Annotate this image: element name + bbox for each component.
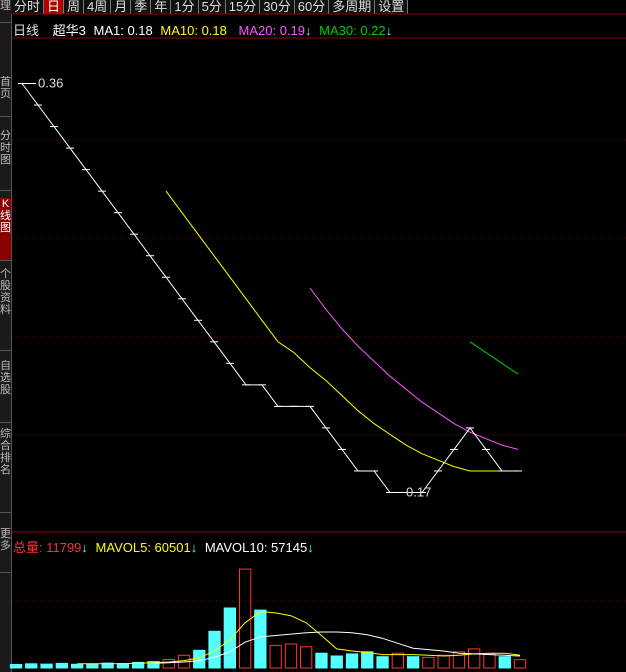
ma1-line [21,83,518,493]
volume-bar [86,663,99,669]
volume-bar [254,609,267,669]
volume-bar [498,656,511,669]
volume-total-wrap: 总量: 11799↓ [13,540,88,555]
ma20-line [309,287,519,450]
volume-bar [116,663,130,669]
volume-total: 总量: 11799 [13,540,82,555]
ma10-text: MA10: 0.18 [160,23,227,38]
volume-bar [162,659,175,669]
volume-bar [361,651,374,669]
mavol5-line [77,610,521,665]
ma30-value: MA30: 0.22↓ [319,23,392,38]
volume-bar [239,568,252,669]
kline-chart: 0.36 0.17 [9,13,626,669]
volume-bar [422,656,435,669]
stock-name: 超华3 [52,23,86,38]
ma1-value: MA1: 0.18 [93,23,153,38]
volume-bar [9,664,23,669]
vol-down-arrow-icon: ↓ [81,540,88,555]
mavol10-value: MAVOL10: 57145 [204,540,308,555]
volume-bar [513,659,527,669]
volume-bar [284,643,298,669]
ma30-text: MA30: 0.22 [319,23,386,38]
volume-bar [452,651,466,669]
volume-bar [330,655,343,669]
volume-bar [345,653,359,669]
volume-bar [483,653,496,669]
ma20-down-arrow-icon: ↓ [305,23,312,38]
volume-bar [193,649,206,669]
ma30-down-arrow-icon: ↓ [385,23,393,38]
mavol10-down-arrow-icon: ↓ [307,540,314,555]
high-price-label: 0.36 [38,76,63,91]
volume-bar [391,652,405,669]
mavol5-down-arrow-icon: ↓ [190,540,198,555]
volume-bar [468,648,481,669]
volume-bar [315,652,328,669]
low-price-label: 0.17 [406,484,431,499]
volume-bar [55,662,69,669]
volume-bar [437,654,450,669]
volume-bar [269,644,282,669]
volume-bar [300,646,313,669]
mavol10-wrap: MAVOL10: 57145↓ [205,540,314,555]
mavol5-wrap: MAVOL5: 60501↓ [96,540,198,555]
ma20-value: MA20: 0.19↓ [239,23,312,38]
ma10-value: MA10: 0.18 [160,23,231,38]
volume-bar [208,630,221,669]
volume-header: 总量: 11799↓ MAVOL5: 60501↓ MAVOL10: 57145… [13,537,318,556]
period-label: 日线 [13,23,40,38]
ma-header: 日线 超华3 MA1: 0.18 MA10: 0.18 MA20: 0.19↓ … [13,20,396,39]
ma10-line [165,190,518,472]
ma20-text: MA20: 0.19 [238,23,306,38]
volume-bar [376,656,389,669]
volume-bar [40,663,53,669]
volume-bar [71,663,84,669]
volume-bar [407,656,420,669]
volume-bar [223,607,236,669]
ma30-line [469,341,519,375]
volume-bar [25,663,38,669]
mavol5-value: MAVOL5: 60501 [95,540,191,555]
